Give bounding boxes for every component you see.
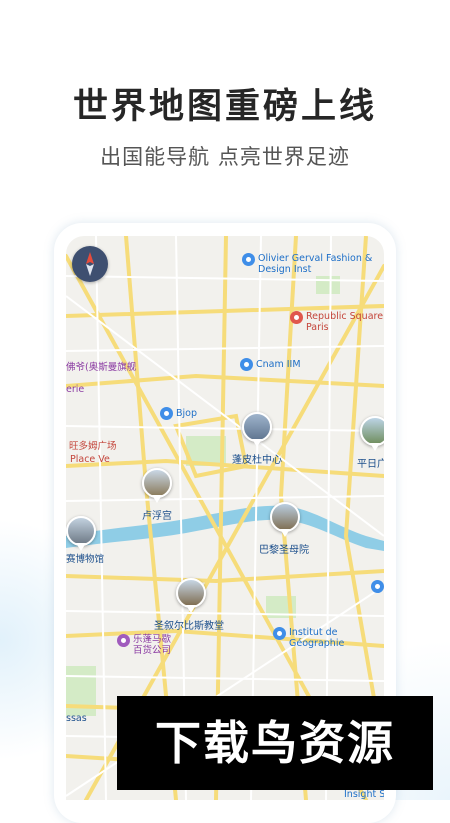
poi-olivier[interactable]: Olivier Gerval Fashion & Design Inst — [242, 253, 372, 275]
watermark: 下载鸟资源 — [117, 696, 433, 790]
pin-tail — [152, 495, 162, 503]
pin-tail — [186, 605, 196, 613]
location-pin-icon — [160, 407, 173, 420]
location-pin-icon — [240, 358, 253, 371]
landmark-photo — [242, 412, 272, 442]
poi-republic-label: Republic Square Paris — [306, 311, 384, 333]
edge-label-ssas: ssas — [66, 713, 87, 724]
poi-olivier-label: Olivier Gerval Fashion & Design Inst — [258, 253, 373, 275]
landmark-pin-pompidou[interactable] — [242, 412, 272, 450]
promo-headline: 世界地图重磅上线 — [72, 87, 377, 127]
landmark-label-republique: 平日广 — [357, 459, 384, 470]
promo-subline: 出国能导航 点亮世界足迹 — [100, 145, 350, 169]
edge-label-vendome[interactable]: 旺多姆广场 — [69, 441, 117, 452]
poi-lafayette[interactable]: 乐蓬马歇 百货公司 — [117, 634, 171, 656]
location-pin-icon — [371, 580, 384, 593]
pin-tail — [252, 439, 262, 447]
location-pin-icon — [290, 311, 303, 324]
landmark-photo — [176, 578, 206, 608]
landmark-photo — [360, 416, 384, 446]
poi-edge-right[interactable] — [371, 580, 384, 593]
landmark-pin-museum[interactable] — [66, 516, 96, 554]
landmark-pin-louvre[interactable] — [142, 468, 172, 506]
poi-bjop[interactable]: Bjop — [160, 407, 197, 420]
landmark-label-louvre: 卢浮宫 — [142, 511, 172, 522]
edge-label-museum: 赛博物馆 — [66, 554, 105, 565]
edge-label-insight: Insight S — [344, 789, 384, 800]
pin-tail — [280, 529, 290, 537]
landmark-label-notredame: 巴黎圣母院 — [259, 545, 309, 556]
pin-tail — [76, 543, 86, 551]
landmark-label-sulpice: 圣叙尔比斯教堂 — [154, 621, 224, 632]
landmark-pin-notredame[interactable] — [270, 502, 300, 540]
landmark-label-pompidou: 蓬皮杜中心 — [232, 455, 282, 466]
landmark-photo — [270, 502, 300, 532]
edge-label-vendome-text: 旺多姆广场 — [69, 441, 117, 452]
poi-cnam[interactable]: Cnam IIM — [240, 358, 301, 371]
poi-institut-label: Institut de Géographie — [289, 627, 345, 649]
edge-label-erie: erie — [66, 384, 85, 395]
poi-bjop-label: Bjop — [176, 408, 197, 419]
location-pin-icon — [242, 253, 255, 266]
shopping-icon — [117, 634, 130, 647]
poi-lafayette-label: 乐蓬马歇 百货公司 — [133, 634, 172, 656]
edge-label-galeries: 佛爷(奥斯曼旗舰 — [66, 362, 137, 373]
landmark-pin-republique[interactable] — [360, 416, 384, 454]
poi-republic[interactable]: Republic Square Paris — [290, 311, 383, 333]
poi-institut[interactable]: Institut de Géographie — [273, 627, 344, 649]
location-pin-icon — [273, 627, 286, 640]
compass-icon[interactable] — [72, 246, 108, 282]
landmark-photo — [142, 468, 172, 498]
pin-tail — [370, 443, 380, 451]
poi-cnam-label: Cnam IIM — [256, 359, 301, 370]
landmark-photo — [66, 516, 96, 546]
edge-label-place-ve: Place Ve — [70, 454, 110, 465]
landmark-pin-sulpice[interactable] — [176, 578, 206, 616]
